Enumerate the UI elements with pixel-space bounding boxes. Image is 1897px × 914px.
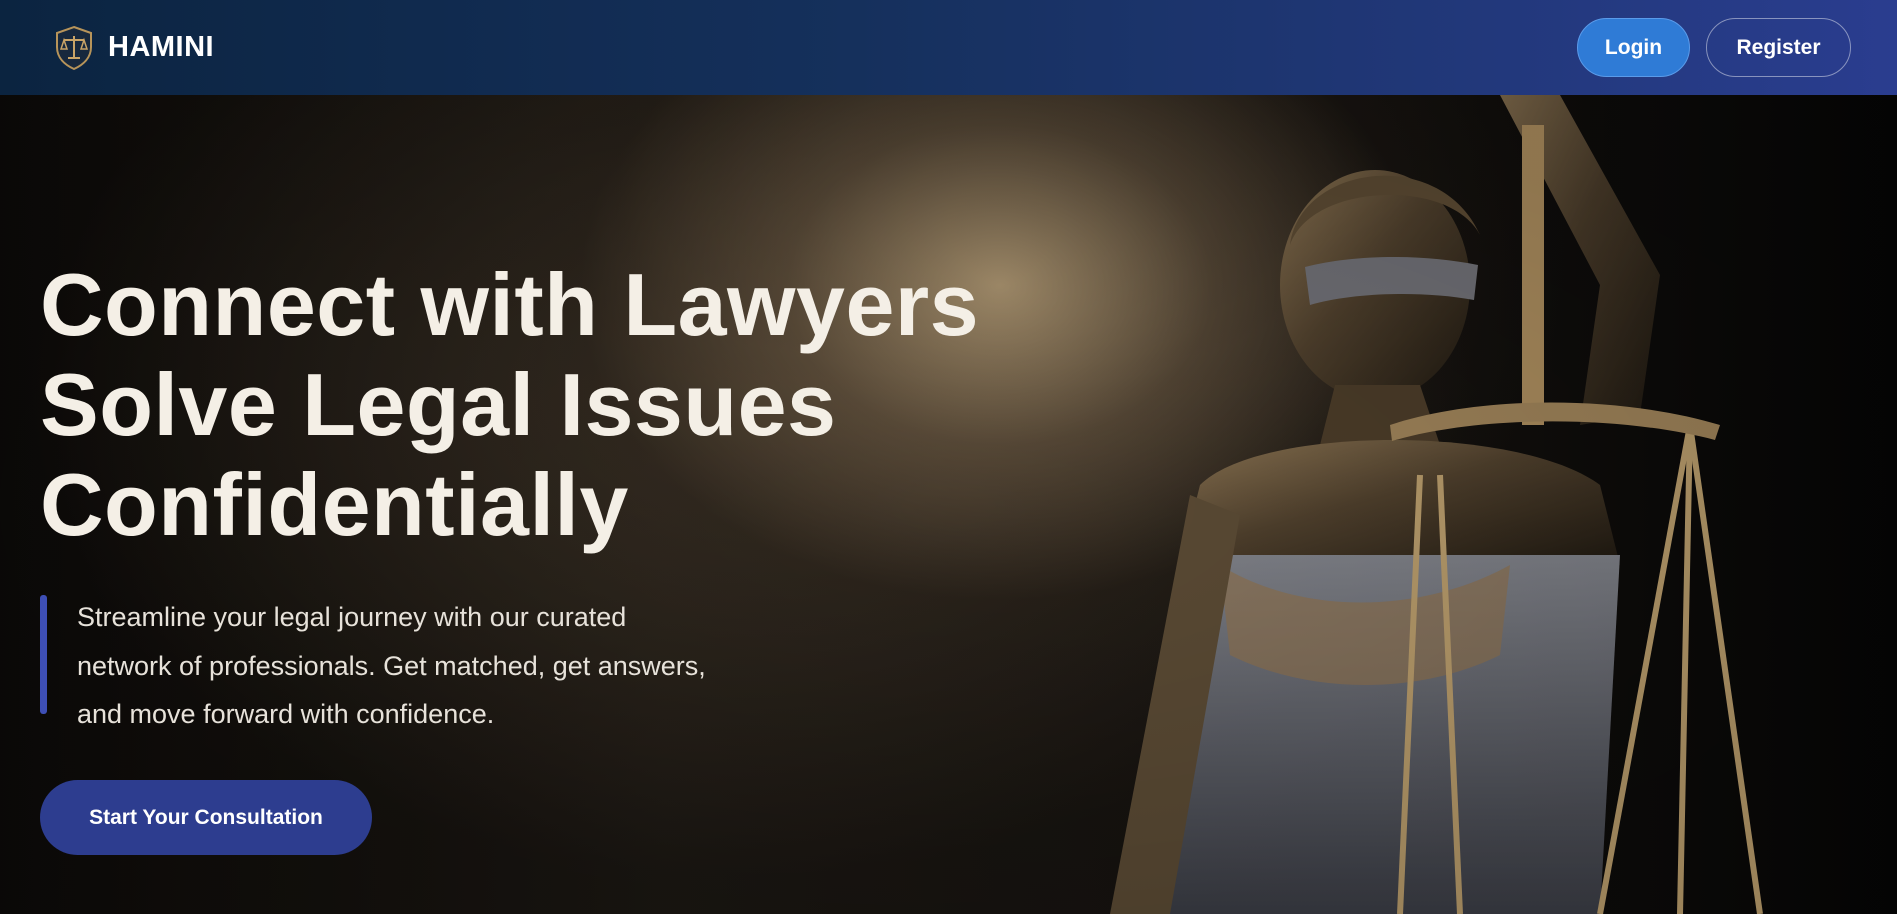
start-consultation-button[interactable]: Start Your Consultation <box>40 780 372 855</box>
brand[interactable]: HAMINI <box>54 25 214 71</box>
hero-title-line-2: Solve Legal Issues <box>40 355 837 454</box>
hero-title: Connect with Lawyers Solve Legal Issues … <box>40 255 1140 555</box>
top-navbar: HAMINI Login Register <box>0 0 1897 95</box>
login-button[interactable]: Login <box>1577 18 1690 77</box>
hero-section: Connect with Lawyers Solve Legal Issues … <box>0 95 1897 914</box>
hero-description: Streamline your legal journey with our c… <box>77 593 837 739</box>
hero-description-line-2: network of professionals. Get matched, g… <box>77 650 706 681</box>
register-button[interactable]: Register <box>1706 18 1851 77</box>
hero-title-line-1: Connect with Lawyers <box>40 255 980 354</box>
scales-shield-icon <box>56 25 92 70</box>
auth-actions: Login Register <box>1577 18 1851 77</box>
hero-title-line-3: Confidentially <box>40 455 629 554</box>
description-accent-bar <box>40 595 47 714</box>
hero-description-line-3: and move forward with confidence. <box>77 699 495 729</box>
hero-description-line-1: Streamline your legal journey with our c… <box>77 602 627 632</box>
brand-name: HAMINI <box>108 31 215 63</box>
